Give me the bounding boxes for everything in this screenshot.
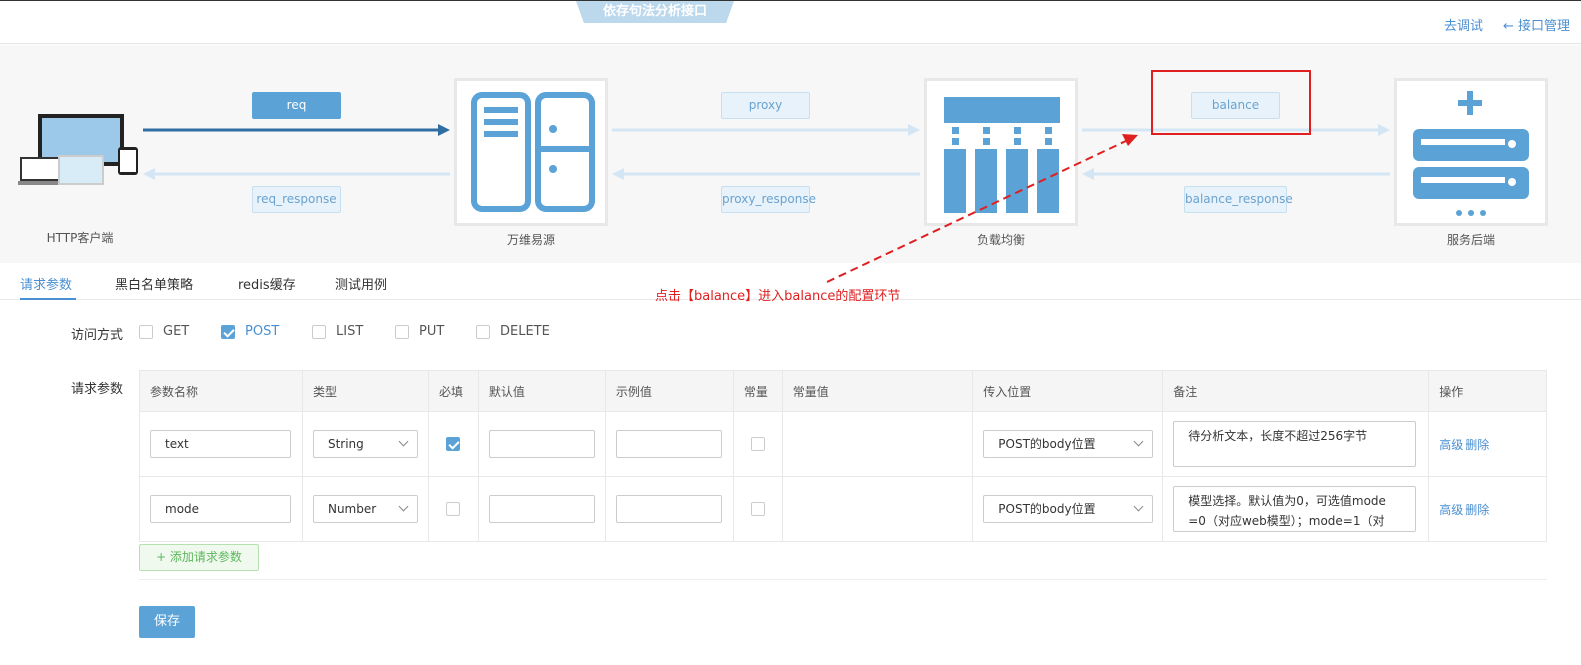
balance-response-button[interactable]: balance_response [1184,186,1293,213]
tab-redis-cache[interactable]: redis缓存 [238,274,296,293]
chevron-down-icon [1133,501,1144,512]
advanced-link[interactable]: 高级 [1439,503,1463,517]
col-constant: 常量 [732,370,783,412]
note-textarea[interactable]: 模型选择。默认值为0，可选值mode =0（对应web模型）；mode=1（对 [1173,486,1417,532]
req-button[interactable]: req [252,92,341,119]
constant-value-cell [781,411,974,477]
debug-link[interactable]: 去调试 [1444,15,1483,34]
col-note: 备注 [1162,370,1430,412]
params-table: 参数名称 类型 必填 默认值 示例值 常量 常量值 传入位置 备注 操作 tex… [139,370,1547,542]
top-bar: 依存句法分析接口 去调试 ← 接口管理 [0,0,1581,44]
required-checkbox[interactable] [445,437,460,451]
method-label: 访问方式 [71,328,124,343]
example-value-input[interactable] [615,495,722,523]
req-response-button[interactable]: req_response [252,186,341,213]
chevron-down-icon [1133,436,1144,447]
highlight-box [1151,70,1311,135]
params-label: 请求参数 [71,382,124,397]
param-type-value: String [327,437,364,451]
chevron-down-icon [398,436,409,447]
default-value-input[interactable] [488,495,595,523]
col-param-name: 参数名称 [139,370,303,412]
method-delete-label: DELETE [500,324,550,339]
chevron-down-icon [398,501,409,512]
add-param-button[interactable]: + 添加请求参数 [139,544,259,571]
col-type: 类型 [301,370,429,412]
table-row: mode Number POST的body位置 模型选择。默认值为0，可选值mo… [139,476,1547,542]
param-type-value: Number [327,502,377,516]
required-checkbox[interactable] [445,502,460,516]
method-list-label: LIST [336,324,364,339]
back-to-api-management-link[interactable]: ← 接口管理 [1503,15,1570,34]
param-type-select[interactable]: Number [312,495,418,523]
param-name-input[interactable]: text [150,430,291,458]
proxy-response-button[interactable]: proxy_response [721,186,816,213]
delete-link[interactable]: 删除 [1465,503,1489,517]
position-select[interactable]: POST的body位置 [983,430,1154,458]
method-put-label: PUT [419,324,445,339]
col-required: 必填 [427,370,479,412]
method-delete-checkbox[interactable] [476,325,490,339]
tab-request-params[interactable]: 请求参数 [20,274,72,293]
method-put-checkbox[interactable] [395,325,409,339]
delete-link[interactable]: 删除 [1465,438,1489,452]
constant-checkbox[interactable] [750,502,765,516]
param-name-input[interactable]: mode [150,495,291,523]
annotation-text: 点击【balance】进入balance的配置环节 [655,289,901,304]
default-value-input[interactable] [488,430,595,458]
method-get-label: GET [163,324,190,339]
method-get-checkbox[interactable] [139,325,153,339]
constant-value-cell [781,476,974,542]
constant-checkbox[interactable] [750,437,765,451]
col-constant-value: 常量值 [781,370,974,412]
flow-arrows [143,124,1390,180]
col-actions: 操作 [1428,370,1547,412]
table-row: text String POST的body位置 待分析文本，长度不超过256字节… [139,411,1547,477]
position-select[interactable]: POST的body位置 [983,495,1154,523]
table-header-row: 参数名称 类型 必填 默认值 示例值 常量 常量值 传入位置 备注 操作 [139,370,1547,412]
request-flow-diagram: HTTP客户端 万维易源 负载均衡 服务后端 req req_response … [0,45,1581,263]
save-button[interactable]: 保存 [139,606,195,638]
position-value: POST的body位置 [998,437,1096,451]
advanced-link[interactable]: 高级 [1439,438,1463,452]
proxy-button[interactable]: proxy [721,92,810,119]
page-title: 依存句法分析接口 [576,1,734,23]
col-default: 默认值 [477,370,606,412]
example-value-input[interactable] [615,430,722,458]
method-post-label: POST [245,324,280,339]
method-post-checkbox[interactable] [221,325,235,339]
param-type-select[interactable]: String [312,430,418,458]
position-value: POST的body位置 [998,502,1096,516]
tab-blacklist-policy[interactable]: 黑白名单策略 [115,274,193,293]
note-textarea[interactable]: 待分析文本，长度不超过256字节 [1173,421,1417,467]
method-list-checkbox[interactable] [312,325,326,339]
active-tab-indicator [20,298,76,300]
tab-test-cases[interactable]: 测试用例 [335,274,387,293]
col-position: 传入位置 [972,370,1164,412]
col-example: 示例值 [604,370,734,412]
divider [139,579,1547,580]
